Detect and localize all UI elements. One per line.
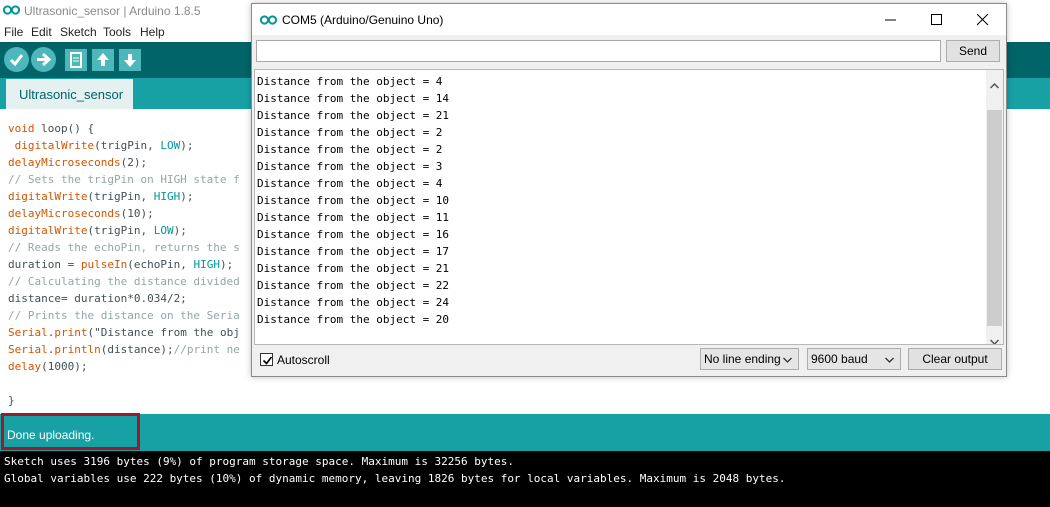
line-ending-select[interactable]: No line ending xyxy=(700,348,799,370)
menu-file[interactable]: File xyxy=(4,25,23,39)
minimize-button[interactable] xyxy=(868,4,914,35)
output-line: Distance from the object = 24 xyxy=(257,296,450,309)
output-line: Distance from the object = 17 xyxy=(257,245,450,258)
code-line: delayMicroseconds(10); xyxy=(8,207,154,220)
code-line: Serial.print("Distance from the obj xyxy=(8,326,240,339)
serial-monitor-title-bar: COM5 (Arduino/Genuino Uno) xyxy=(252,4,1006,35)
menu-tools[interactable]: Tools xyxy=(103,25,131,39)
line-ending-value: No line ending xyxy=(704,352,781,366)
output-line: Distance from the object = 16 xyxy=(257,228,450,241)
new-sketch-button[interactable] xyxy=(65,49,87,71)
save-sketch-button[interactable] xyxy=(119,49,141,71)
output-line: Distance from the object = 22 xyxy=(257,279,450,292)
output-line: Distance from the object = 14 xyxy=(257,92,450,105)
status-highlight-box xyxy=(1,413,140,450)
code-line: duration = pulseIn(echoPin, HIGH); xyxy=(8,258,234,271)
close-button[interactable] xyxy=(960,4,1006,35)
verify-button[interactable] xyxy=(4,47,29,72)
clear-output-button[interactable]: Clear output xyxy=(908,348,1002,370)
serial-input-field[interactable] xyxy=(256,40,941,62)
output-console: Sketch uses 3196 bytes (9%) of program s… xyxy=(0,451,1050,507)
console-line: Global variables use 222 bytes (10%) of … xyxy=(4,472,786,485)
arduino-logo-icon xyxy=(2,3,21,17)
code-line: } xyxy=(8,394,15,407)
menu-sketch[interactable]: Sketch xyxy=(60,25,97,39)
output-line: Distance from the object = 10 xyxy=(257,194,450,207)
output-line: Distance from the object = 11 xyxy=(257,211,450,224)
code-line: // Sets the trigPin on HIGH state f xyxy=(8,173,240,186)
serial-output-area[interactable]: Distance from the object = 4 Distance fr… xyxy=(254,69,1004,345)
arduino-logo-icon xyxy=(259,13,278,27)
code-line: // Calculating the distance divided xyxy=(8,275,240,288)
code-line: delay(1000); xyxy=(8,360,88,373)
output-scrollbar[interactable] xyxy=(986,70,1003,344)
tab-ultrasonic-sensor[interactable]: Ultrasonic_sensor xyxy=(6,79,133,109)
output-line: Distance from the object = 4 xyxy=(257,75,443,88)
upload-button[interactable] xyxy=(31,47,56,72)
ide-title: Ultrasonic_sensor | Arduino 1.8.5 xyxy=(24,4,201,18)
open-sketch-button[interactable] xyxy=(92,49,114,71)
code-line: void loop() { xyxy=(8,122,95,135)
output-line: Distance from the object = 21 xyxy=(257,262,450,275)
serial-monitor-title: COM5 (Arduino/Genuino Uno) xyxy=(282,13,444,27)
menu-edit[interactable]: Edit xyxy=(31,25,52,39)
scroll-up-icon[interactable] xyxy=(989,76,1000,94)
code-line: digitalWrite(trigPin, LOW); xyxy=(14,139,194,152)
code-line: distance= duration*0.034/2; xyxy=(8,292,187,305)
autoscroll-label: Autoscroll xyxy=(277,353,330,367)
baud-rate-select[interactable]: 9600 baud xyxy=(807,348,901,370)
output-line: Distance from the object = 2 xyxy=(257,143,443,156)
code-line: // Reads the echoPin, returns the s xyxy=(8,241,240,254)
send-button[interactable]: Send xyxy=(946,40,1000,62)
code-line: digitalWrite(trigPin, HIGH); xyxy=(8,190,194,203)
baud-rate-value: 9600 baud xyxy=(811,352,868,366)
output-line: Distance from the object = 3 xyxy=(257,160,443,173)
code-line: // Prints the distance on the Seria xyxy=(8,309,240,322)
maximize-button[interactable] xyxy=(914,4,960,35)
scroll-down-icon[interactable] xyxy=(989,332,1000,344)
output-line: Distance from the object = 21 xyxy=(257,109,450,122)
menu-help[interactable]: Help xyxy=(140,25,165,39)
serial-monitor-window: COM5 (Arduino/Genuino Uno) Send Distance… xyxy=(251,3,1007,377)
status-bar: Done uploading. xyxy=(0,414,1050,451)
code-line: delayMicroseconds(2); xyxy=(8,156,148,169)
output-line: Distance from the object = 20 xyxy=(257,313,450,326)
output-line: Distance from the object = 4 xyxy=(257,177,443,190)
code-line: digitalWrite(trigPin, LOW); xyxy=(8,224,187,237)
code-line: Serial.println(distance);//print ne xyxy=(8,343,240,356)
console-line: Sketch uses 3196 bytes (9%) of program s… xyxy=(4,455,514,468)
output-line: Distance from the object = 2 xyxy=(257,126,443,139)
scrollbar-thumb[interactable] xyxy=(987,110,1002,326)
autoscroll-checkbox[interactable] xyxy=(260,353,273,366)
